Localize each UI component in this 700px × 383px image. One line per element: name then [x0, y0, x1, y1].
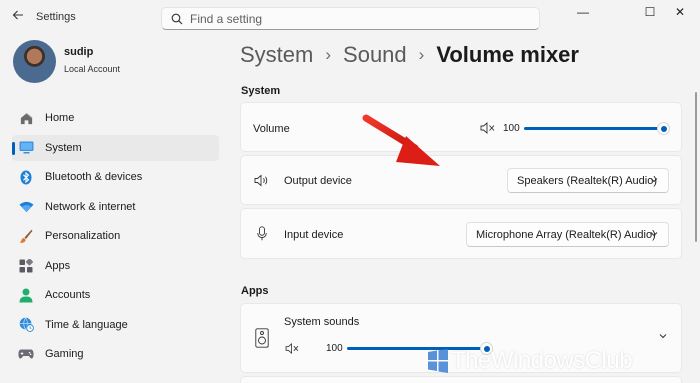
volume-card: Volume 100 [240, 102, 682, 152]
search-icon [171, 13, 183, 25]
output-device-label: Output device [284, 175, 352, 187]
breadcrumb-system[interactable]: System [240, 42, 313, 68]
sidebar-item-label: Time & language [45, 318, 128, 331]
search-input[interactable] [190, 11, 520, 27]
windows-club-logo-icon [428, 349, 448, 373]
output-device-dropdown[interactable]: Speakers (Realtek(R) Audio) [507, 168, 669, 193]
volume-value: 100 [503, 123, 520, 134]
input-device-selected: Microphone Array (Realtek(R) Audio) [476, 228, 656, 241]
volume-label: Volume [253, 123, 290, 135]
output-device-selected: Speakers (Realtek(R) Audio) [517, 174, 658, 187]
system-sounds-label: System sounds [284, 316, 360, 328]
back-button[interactable] [8, 7, 28, 27]
sidebar-item-gaming[interactable]: Gaming [12, 341, 219, 367]
sidebar-item-bluetooth[interactable]: Bluetooth & devices [12, 164, 219, 190]
system-icon [18, 140, 34, 156]
section-title-apps: Apps [241, 285, 269, 297]
sidebar-item-label: Home [45, 112, 75, 124]
mute-toggle-icon[interactable] [480, 122, 495, 134]
globe-clock-icon [18, 317, 34, 333]
search-box[interactable] [161, 7, 540, 30]
annotation-arrow-icon [362, 114, 440, 166]
system-sounds-value: 100 [326, 343, 343, 354]
microphone-icon [257, 226, 267, 241]
sidebar-item-time-language[interactable]: Time & language [12, 312, 219, 338]
title-bar: Settings — ☐ ✕ [0, 0, 700, 32]
mute-toggle-icon[interactable] [285, 343, 299, 354]
user-name: sudip [64, 46, 94, 58]
apps-icon [18, 258, 34, 274]
input-device-dropdown[interactable]: Microphone Array (Realtek(R) Audio) [466, 222, 669, 247]
app-title: Settings [36, 11, 76, 23]
input-device-label: Input device [284, 229, 344, 241]
sidebar-item-label: Apps [45, 259, 71, 272]
sidebar-item-apps[interactable]: Apps [12, 253, 219, 279]
input-device-card: Input device Microphone Array (Realtek(R… [240, 208, 682, 259]
speaker-device-icon [255, 328, 269, 348]
sidebar-nav: Home System Bluetooth & devices Network … [12, 105, 219, 371]
page-title: Volume mixer [436, 42, 579, 67]
sidebar-item-system[interactable]: System [12, 134, 219, 161]
chevron-down-icon [650, 232, 658, 237]
minimize-button[interactable]: — [560, 0, 606, 24]
avatar [13, 40, 56, 83]
sidebar-item-home[interactable]: Home [12, 105, 219, 131]
sidebar-item-label: System [45, 141, 82, 154]
scrollbar[interactable] [695, 92, 697, 242]
sidebar-item-personalization[interactable]: Personalization [12, 223, 219, 249]
sidebar-item-label: Gaming [45, 348, 84, 360]
sidebar-item-network[interactable]: Network & internet [12, 194, 219, 220]
breadcrumb: System › Sound › Volume mixer [240, 42, 579, 68]
volume-slider-thumb[interactable] [657, 122, 670, 135]
breadcrumb-sound[interactable]: Sound [343, 42, 407, 68]
chevron-down-icon[interactable] [658, 331, 668, 341]
watermark: TheWindowsClub [425, 343, 700, 383]
watermark-text: TheWindowsClub [451, 347, 633, 374]
arrow-left-icon [12, 10, 23, 20]
chevron-down-icon [650, 178, 658, 183]
person-icon [18, 287, 34, 303]
breadcrumb-separator: › [325, 45, 332, 64]
speaker-icon [254, 174, 268, 187]
output-device-card: Output device Speakers (Realtek(R) Audio… [240, 155, 682, 205]
volume-slider-track[interactable] [524, 127, 662, 130]
breadcrumb-separator: › [418, 45, 425, 64]
sidebar-item-label: Network & internet [45, 200, 136, 213]
close-button[interactable]: ✕ [660, 0, 700, 24]
controller-icon [18, 346, 34, 362]
home-icon [18, 110, 34, 126]
sidebar-item-label: Accounts [45, 289, 91, 301]
wifi-icon [18, 199, 34, 215]
sidebar-item-label: Personalization [45, 230, 121, 242]
sidebar-item-label: Bluetooth & devices [45, 171, 143, 183]
account-type: Local Account [64, 64, 121, 74]
brush-icon [18, 228, 34, 244]
bluetooth-icon [18, 169, 34, 185]
sidebar-item-accounts[interactable]: Accounts [12, 282, 219, 308]
section-title-system: System [241, 85, 281, 97]
